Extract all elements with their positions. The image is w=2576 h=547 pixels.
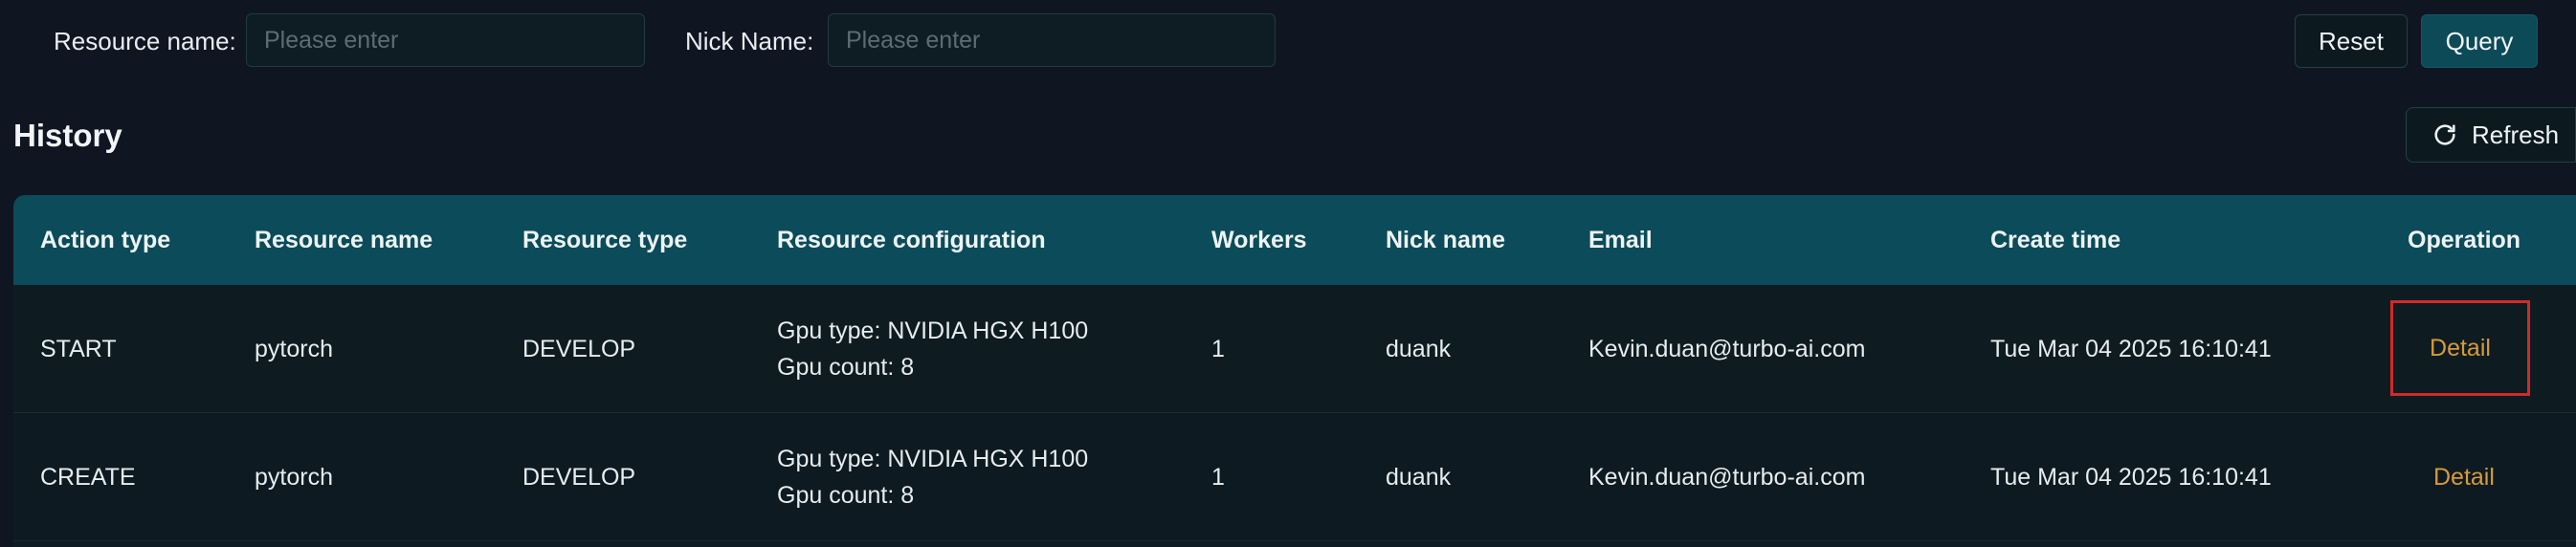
- column-header-resource-configuration: Resource configuration: [777, 227, 1046, 253]
- config-gpu-type: Gpu type: NVIDIA HGX H100: [777, 317, 1089, 344]
- table-row: START pytorch DEVELOP Gpu type: NVIDIA H…: [13, 285, 2576, 413]
- column-header-resource-name: Resource name: [255, 227, 433, 253]
- refresh-label: Refresh: [2472, 120, 2560, 149]
- column-header-operation: Operation: [2408, 227, 2521, 253]
- cell-resource-configuration: Gpu type: NVIDIA HGX H100 Gpu count: 8: [777, 285, 1088, 413]
- cell-email: Kevin.duan@turbo-ai.com: [1588, 336, 1866, 362]
- column-header-workers: Workers: [1211, 227, 1307, 253]
- column-header-action-type: Action type: [40, 227, 171, 253]
- nick-name-label: Nick Name:: [685, 27, 814, 55]
- cell-action-type: START: [40, 336, 117, 362]
- cell-action-type: CREATE: [40, 464, 136, 491]
- refresh-icon: [2432, 121, 2458, 148]
- cell-workers: 1: [1211, 464, 1225, 491]
- cell-email: Kevin.duan@turbo-ai.com: [1588, 464, 1866, 491]
- cell-workers: 1: [1211, 336, 1225, 362]
- cell-operation: Detail: [2433, 413, 2495, 541]
- table-row: CREATE pytorch DEVELOP Gpu type: NVIDIA …: [13, 413, 2576, 541]
- filter-bar: Resource name: Nick Name: Reset Query: [0, 13, 2576, 69]
- cell-resource-name: pytorch: [255, 464, 333, 491]
- resource-name-input[interactable]: [246, 13, 645, 67]
- cell-nick-name: duank: [1386, 336, 1452, 362]
- reset-button[interactable]: Reset: [2295, 14, 2408, 68]
- cell-nick-name: duank: [1386, 464, 1452, 491]
- nick-name-input[interactable]: [828, 13, 1276, 67]
- query-button[interactable]: Query: [2421, 14, 2538, 68]
- page-title: History: [13, 118, 122, 153]
- cell-create-time: Tue Mar 04 2025 16:10:41: [1990, 336, 2272, 362]
- cell-create-time: Tue Mar 04 2025 16:10:41: [1990, 464, 2272, 491]
- config-gpu-type: Gpu type: NVIDIA HGX H100: [777, 446, 1089, 472]
- cell-resource-type: DEVELOP: [522, 464, 636, 491]
- table-header: Action type Resource name Resource type …: [13, 195, 2576, 285]
- cell-resource-configuration: Gpu type: NVIDIA HGX H100 Gpu count: 8: [777, 413, 1088, 541]
- detail-highlight-box: Detail: [2390, 300, 2530, 396]
- resource-name-label: Resource name:: [54, 27, 236, 55]
- detail-link[interactable]: Detail: [2433, 459, 2495, 495]
- column-header-resource-type: Resource type: [522, 227, 688, 253]
- detail-link[interactable]: Detail: [2430, 335, 2491, 362]
- column-header-create-time: Create time: [1990, 227, 2121, 253]
- history-table: Action type Resource name Resource type …: [13, 195, 2576, 547]
- config-gpu-count: Gpu count: 8: [777, 482, 915, 509]
- cell-resource-name: pytorch: [255, 336, 333, 362]
- config-gpu-count: Gpu count: 8: [777, 354, 915, 381]
- refresh-button[interactable]: Refresh: [2406, 107, 2576, 163]
- column-header-nick-name: Nick name: [1386, 227, 1506, 253]
- history-page: Resource name: Nick Name: Reset Query Hi…: [0, 0, 2576, 547]
- cell-resource-type: DEVELOP: [522, 336, 636, 362]
- column-header-email: Email: [1588, 227, 1653, 253]
